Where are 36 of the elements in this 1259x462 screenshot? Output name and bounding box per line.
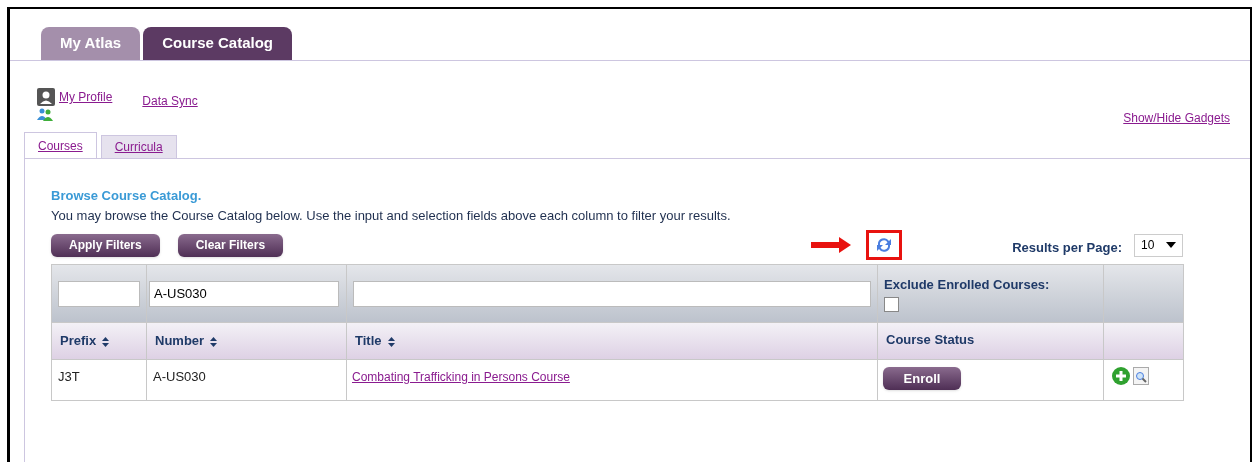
nav-tab[interactable]: Course Catalog [143,27,292,60]
course-title-link[interactable]: Combating Trafficking in Persons Course [352,370,570,384]
column-header[interactable]: Number [155,333,205,349]
data-sync-link[interactable]: Data Sync [142,92,198,110]
results-per-page-select[interactable]: 10 [1134,233,1183,257]
sort-icon [387,336,395,347]
show-hide-gadgets-link[interactable]: Show/Hide Gadgets [1123,109,1230,127]
sub-tab[interactable]: Curricula [100,135,177,158]
refresh-icon [875,236,894,254]
table-cell: J3T [58,369,80,384]
add-icon[interactable] [1112,367,1130,385]
prefix-filter-field[interactable] [58,280,140,307]
exclude-enrolled-label: Exclude Enrolled Courses: [884,276,1051,294]
results-per-page-label: Results per Page: [1012,239,1122,258]
sub-tab[interactable]: Courses [24,132,97,158]
profile-icon [37,88,55,106]
column-header[interactable]: Prefix [60,333,97,349]
filter-button[interactable]: Apply Filters [51,233,160,257]
column-header: Course Status [886,332,975,347]
section-heading: Browse Course Catalog. [51,187,203,205]
description-text: You may browse the Course Catalog below. Use the input and selection fields above each column to filter your results. [51,206,732,225]
sort-icon [210,336,218,347]
number-filter-field[interactable]: A-US030 [149,280,339,307]
profile-link[interactable]: My Profile [59,88,113,106]
enroll-button[interactable]: Enroll [883,367,961,390]
title-filter-field[interactable] [353,280,871,307]
table-cell: A-US030 [153,369,206,384]
caret-icon [1166,242,1176,248]
refresh-button[interactable] [866,230,903,260]
exclude-enrolled-checkbox[interactable] [884,296,899,312]
arrow-icon [811,237,852,253]
column-header[interactable]: Title [355,333,382,349]
magnifier-document-icon[interactable] [1133,367,1149,385]
users-icon [37,108,53,121]
filter-button[interactable]: Clear Filters [177,233,284,257]
sort-icon [102,336,110,347]
